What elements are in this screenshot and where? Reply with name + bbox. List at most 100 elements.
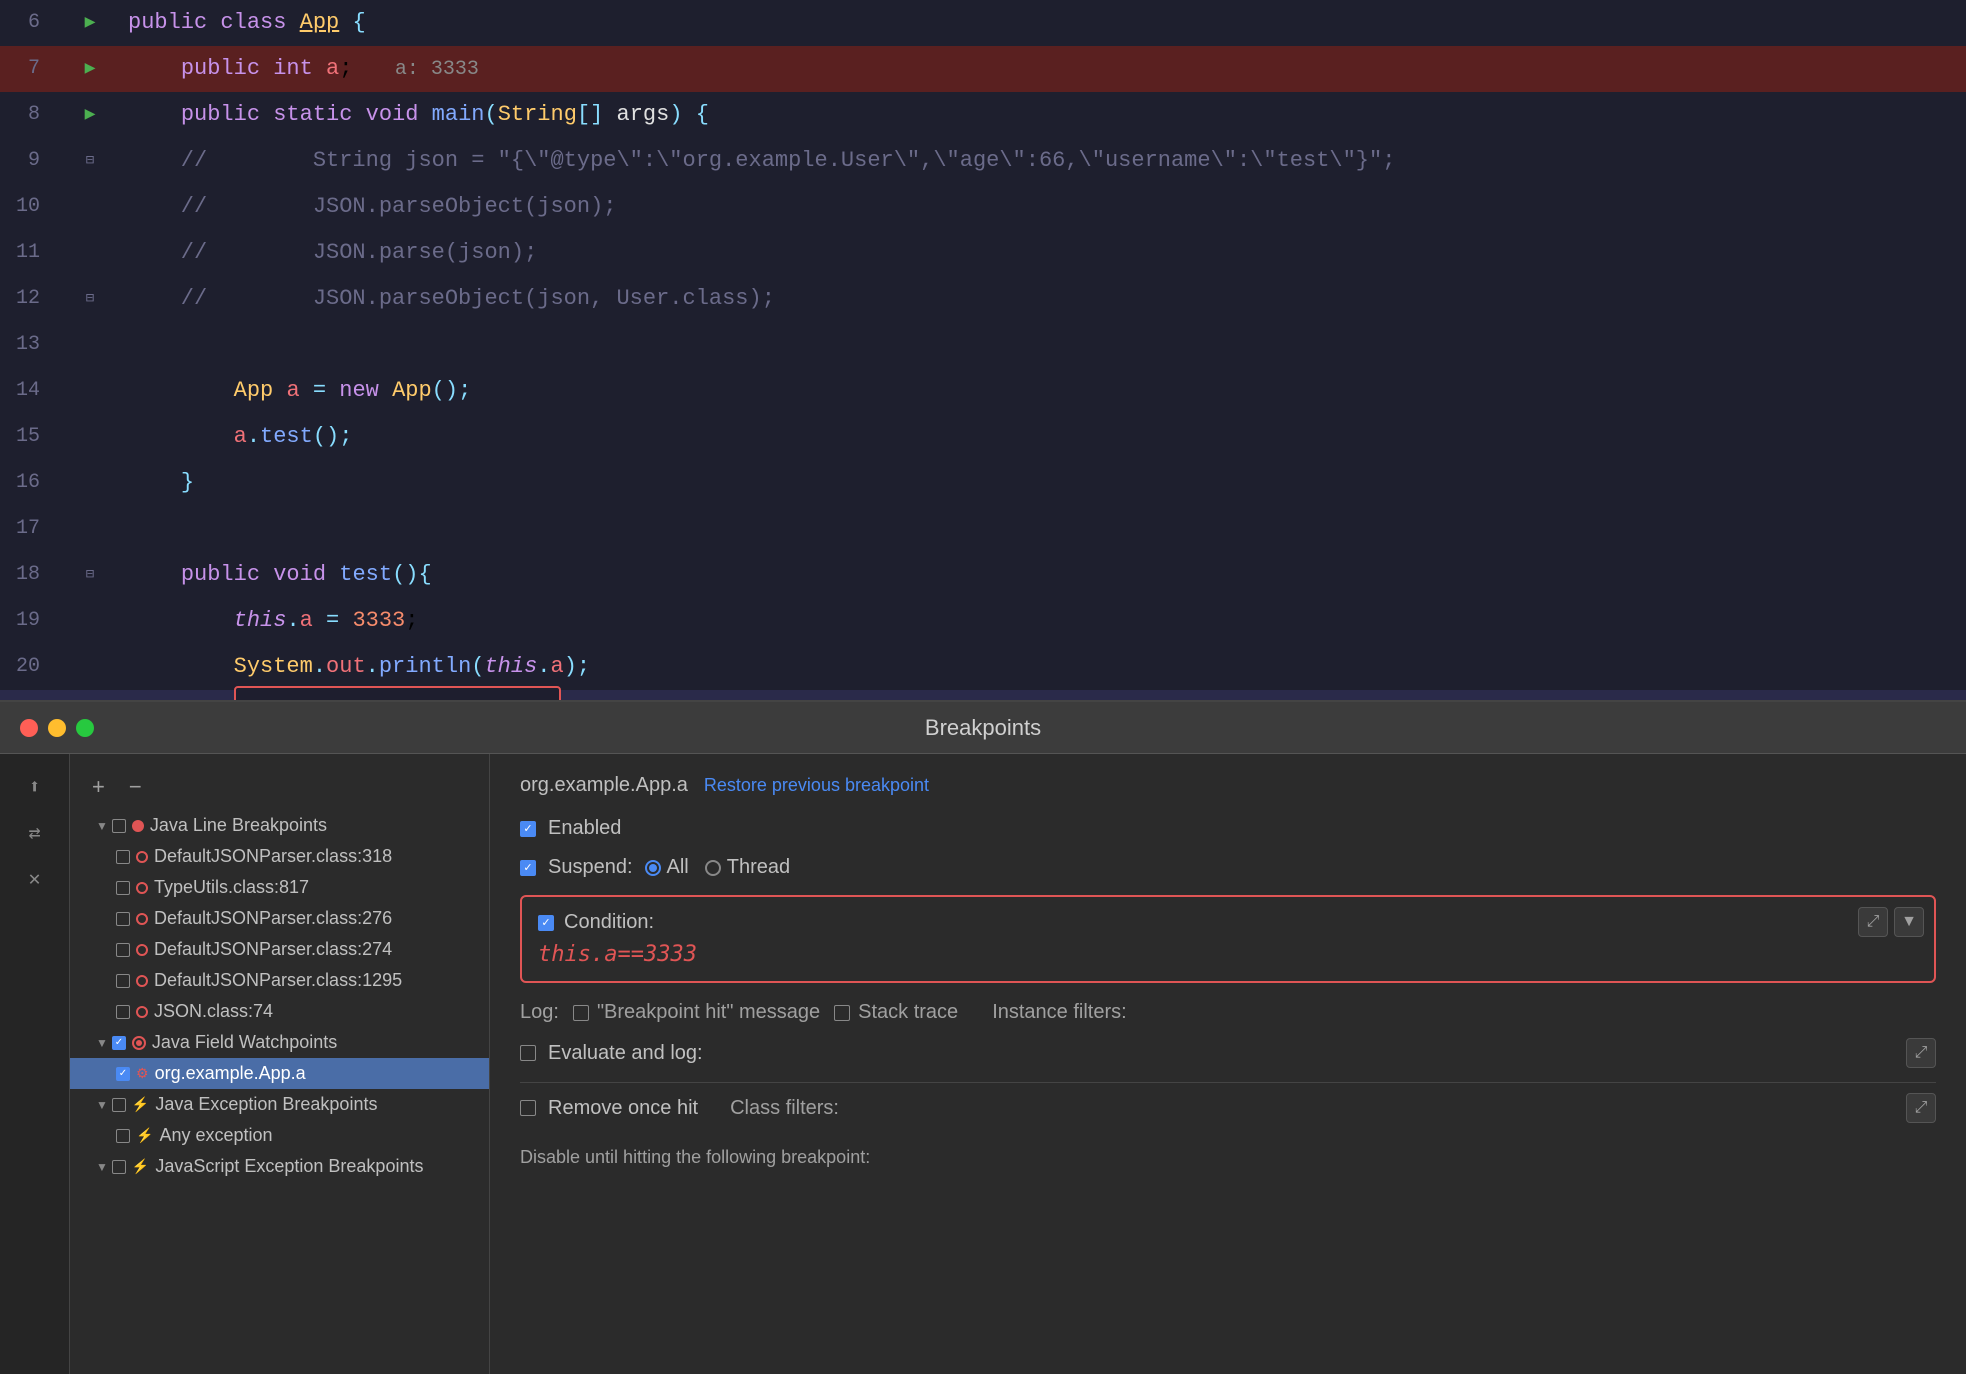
group-java-field-watchpoints[interactable]: ▼ Java Field Watchpoints [70,1027,489,1058]
restore-link[interactable]: Restore previous breakpoint [704,775,929,796]
item-checkbox[interactable] [116,974,130,988]
group-checkbox-checked[interactable] [112,1036,126,1050]
swap-icon[interactable]: ⇄ [28,820,40,846]
item-checkbox[interactable] [116,912,130,926]
line-number: 14 [0,368,60,414]
remove-once-checkbox[interactable] [520,1100,536,1116]
disable-until-label: Disable until hitting the following brea… [520,1147,870,1168]
breakpoint-outline-icon [136,913,148,925]
list-item[interactable]: DefaultJSONParser.class:276 [70,903,489,934]
list-item[interactable]: DefaultJSONParser.class:1295 [70,965,489,996]
item-checkbox[interactable] [116,881,130,895]
item-checkbox[interactable] [116,850,130,864]
code-content: App a = new App(); [120,368,1966,414]
log-label: Log: [520,1001,559,1024]
remove-breakpoint-button[interactable]: − [123,772,148,802]
code-content: public int a; a: 3333 [120,46,1966,93]
list-item[interactable]: TypeUtils.class:817 [70,872,489,903]
evaluate-checkbox[interactable] [520,1045,536,1061]
breakpoint-outline-icon [136,944,148,956]
stack-trace-checkbox[interactable] [834,1005,850,1021]
line-number: 12 [0,276,60,322]
log-message-option[interactable]: "Breakpoint hit" message [573,1001,820,1024]
line-number: 11 [0,230,60,276]
close-icon[interactable]: ✕ [28,866,40,892]
list-item-selected[interactable]: ⚙ org.example.App.a [70,1058,489,1089]
suspend-checkbox[interactable]: ✓ [520,860,536,876]
group-checkbox[interactable] [112,819,126,833]
line-number: 16 [0,460,60,506]
gutter: ⊟ [60,552,120,598]
radio-thread[interactable]: Thread [705,856,790,879]
list-item[interactable]: DefaultJSONParser.class:318 [70,841,489,872]
code-line: 20 System.out.println(this.a); [0,644,1966,690]
log-message-checkbox[interactable] [573,1005,589,1021]
watchpoint-icon [132,1036,146,1050]
code-content: // JSON.parseObject(json); [120,184,1966,230]
enabled-row: ✓ Enabled [520,817,1936,840]
item-label-selected: org.example.App.a [155,1063,306,1084]
code-line: 9⊟ // String json = "{\"@type\":\"org.ex… [0,138,1966,184]
list-toolbar: + − [70,764,489,810]
code-line: 8▶ public static void main(String[] args… [0,92,1966,138]
maximize-button[interactable] [76,719,94,737]
group-js-exception-breakpoints[interactable]: ▼ ⚡ JavaScript Exception Breakpoints [70,1151,489,1182]
radio-all-label: All [667,856,689,879]
condition-box: ✓ Condition: ⤢ ▼ [520,895,1936,983]
radio-all[interactable]: All [645,856,689,879]
item-checkbox[interactable] [116,1005,130,1019]
item-checkbox-checked[interactable] [116,1067,130,1081]
condition-label: Condition: [564,911,654,934]
minimize-button[interactable] [48,719,66,737]
group-java-line-breakpoints[interactable]: ▼ Java Line Breakpoints [70,810,489,841]
condition-input[interactable] [538,942,1918,967]
item-checkbox[interactable] [116,1129,130,1143]
arrow-icon: ▶ [85,0,96,46]
stack-trace-option[interactable]: Stack trace [834,1001,958,1024]
condition-header: ✓ Condition: [538,911,1918,934]
breakpoint-outline-icon [136,1006,148,1018]
expand-button[interactable]: ⤢ [1858,907,1888,937]
enabled-checkbox[interactable]: ✓ [520,821,536,837]
group-java-exception-breakpoints[interactable]: ▼ ⚡ Java Exception Breakpoints [70,1089,489,1120]
log-row: Log: "Breakpoint hit" message Stack trac… [520,1001,1936,1024]
list-item[interactable]: ⚡ Any exception [70,1120,489,1151]
fold-icon[interactable]: ⊟ [86,276,94,322]
close-button[interactable] [20,719,38,737]
side-toolbar: ⬆ ⇄ ✕ [0,754,70,1374]
list-item[interactable]: JSON.class:74 [70,996,489,1027]
breakpoint-outline-icon [136,975,148,987]
item-label: DefaultJSONParser.class:318 [154,846,392,867]
code-content: // JSON.parse(json); [120,230,1966,276]
condition-checkbox[interactable]: ✓ [538,915,554,931]
gutter: ⊟ [60,138,120,184]
evaluate-label: Evaluate and log: [548,1042,703,1065]
code-line: 19 this.a = 3333; [0,598,1966,644]
dialog-body: ⬆ ⇄ ✕ + − ▼ Java Line Breakpoints Defaul… [0,754,1966,1374]
group-checkbox[interactable] [112,1160,126,1174]
radio-all-btn[interactable] [645,860,661,876]
code-line: 17 [0,506,1966,552]
group-checkbox[interactable] [112,1098,126,1112]
add-breakpoint-button[interactable]: + [86,772,111,802]
breakpoint-outline-icon [136,882,148,894]
line-number: 10 [0,184,60,230]
evaluate-expand-button[interactable]: ⤢ [1906,1038,1936,1068]
item-checkbox[interactable] [116,943,130,957]
upload-icon[interactable]: ⬆ [28,774,40,800]
code-content: this.a = this.a + 1111; a: 3333 [120,686,1966,700]
radio-thread-btn[interactable] [705,860,721,876]
class-filters-expand-button[interactable]: ⤢ [1906,1093,1936,1123]
item-label: JSON.class:74 [154,1001,273,1022]
gutter: ▶ [60,46,120,92]
list-item[interactable]: DefaultJSONParser.class:274 [70,934,489,965]
dropdown-button[interactable]: ▼ [1894,907,1924,937]
code-content: public void test(){ [120,552,1966,598]
fold-icon[interactable]: ⊟ [86,138,94,184]
breakpoints-list-panel: + − ▼ Java Line Breakpoints DefaultJSONP… [70,754,490,1374]
code-line: 6▶public class App { [0,0,1966,46]
code-content: // String json = "{\"@type\":\"org.examp… [120,138,1966,184]
log-message-label: "Breakpoint hit" message [597,1001,820,1024]
remove-once-row: Remove once hit Class filters: ⤢ [520,1093,1936,1123]
fold-icon[interactable]: ⊟ [86,552,94,598]
